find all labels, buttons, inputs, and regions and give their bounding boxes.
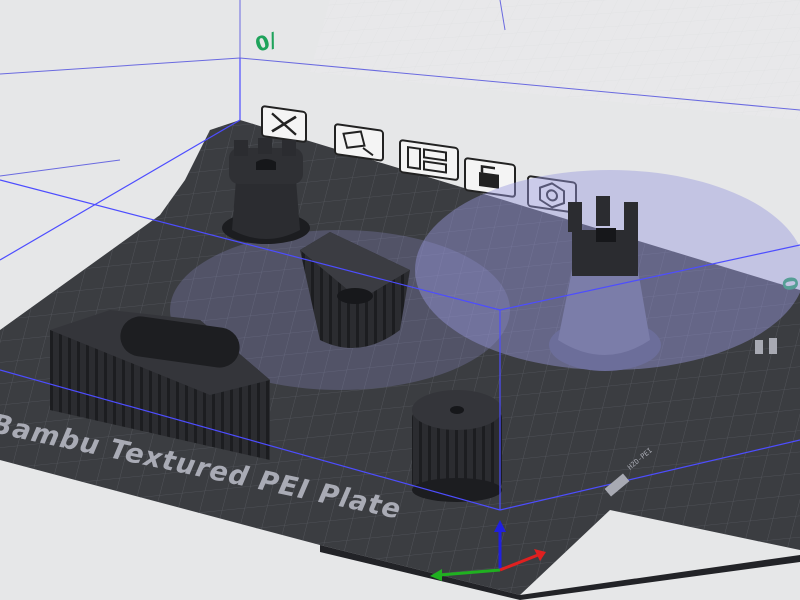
rook-tower-back[interactable]	[222, 138, 310, 244]
small-gear-cylinder[interactable]	[412, 390, 502, 502]
auto-orient-icon[interactable]	[334, 123, 384, 162]
close-icon[interactable]	[261, 105, 307, 143]
scene-canvas[interactable]: 0/ 0 Bambu Textured PEI Plate H2D-PEI	[0, 0, 800, 600]
plate-number-label: 0/	[252, 27, 280, 57]
3d-viewport[interactable]: 0/ 0 Bambu Textured PEI Plate H2D-PEI	[0, 0, 800, 600]
arrange-icon[interactable]	[399, 139, 459, 181]
next-plate-area	[310, 0, 800, 120]
